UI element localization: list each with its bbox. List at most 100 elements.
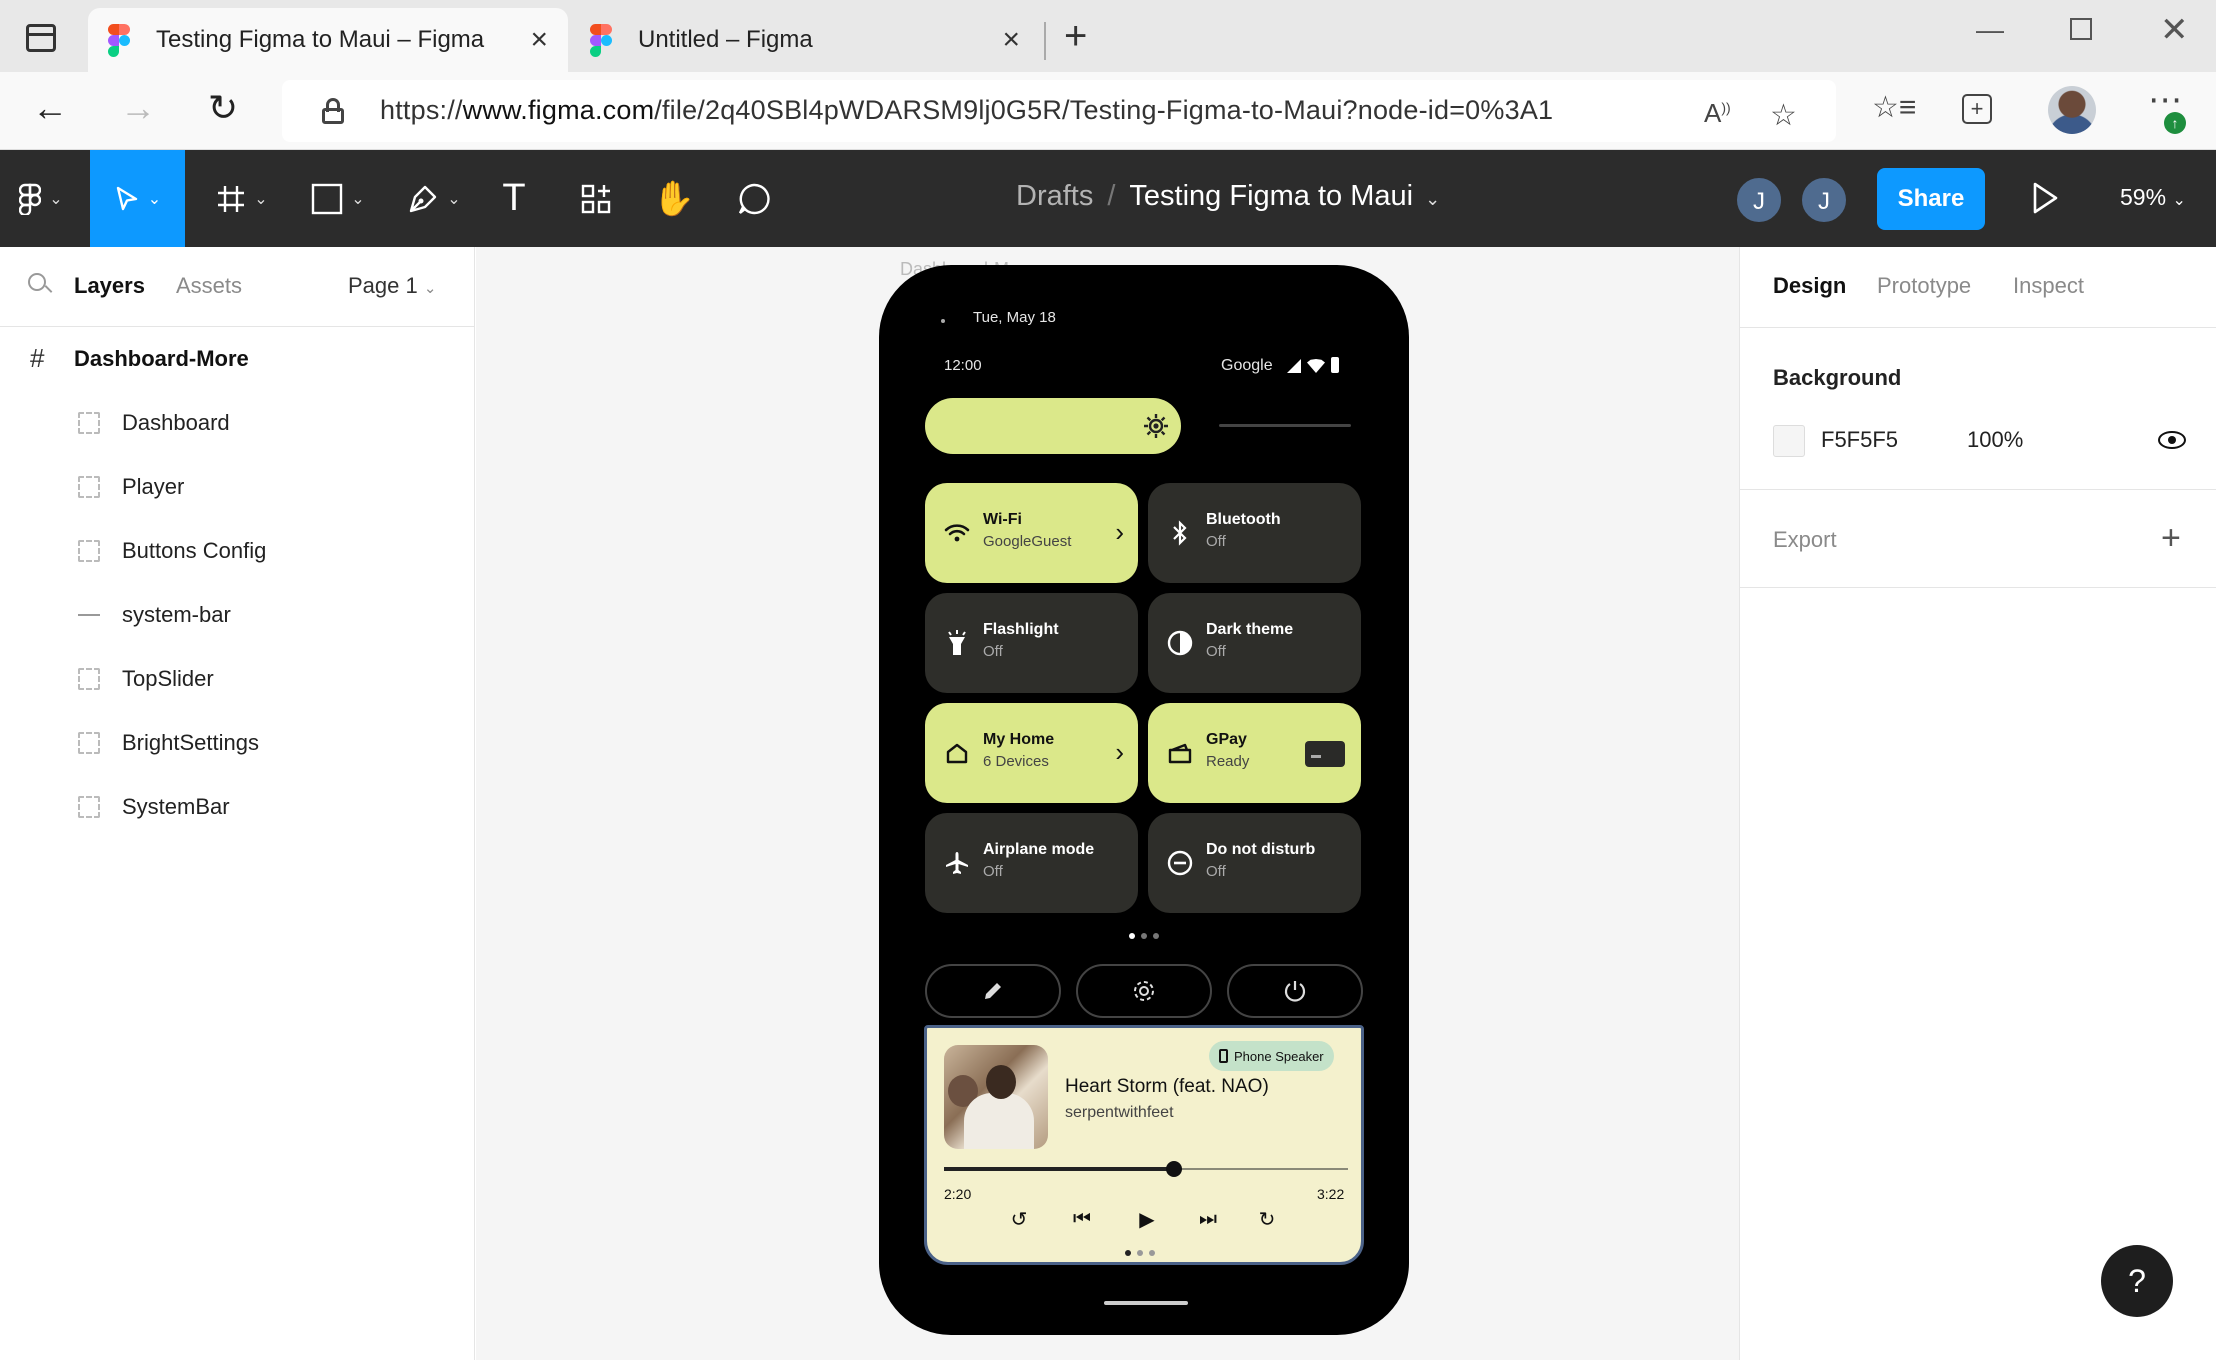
layer-label: Dashboard [122, 410, 230, 435]
chevron-down-icon[interactable]: ⌄ [1425, 189, 1440, 209]
wallet-icon [1166, 739, 1194, 767]
group-icon [78, 412, 100, 434]
close-tab-icon[interactable]: × [530, 25, 548, 55]
forward-icon[interactable]: ↻ [1252, 1204, 1282, 1234]
pen-tool-button[interactable]: ⌄ [392, 150, 476, 247]
browser-tab-active[interactable]: Testing Figma to Maui – Figma × [88, 8, 568, 72]
background-opacity-input[interactable]: 100% [1967, 427, 2023, 453]
tile-do-not-disturb[interactable]: Do not disturb Off [1148, 813, 1361, 913]
resources-button[interactable] [570, 150, 622, 247]
tile-subtitle: Off [983, 863, 1003, 880]
player-page-indicator[interactable] [1125, 1250, 1155, 1256]
media-player-card[interactable]: Phone Speaker Heart Storm (feat. NAO) se… [924, 1025, 1364, 1265]
breadcrumb-root[interactable]: Drafts [1016, 180, 1093, 212]
bluetooth-icon [1166, 519, 1194, 547]
tile-flashlight[interactable]: Flashlight Off [925, 593, 1138, 693]
phone-frame[interactable]: Tue, May 18 12:00 Google Wi-Fi GoogleGue… [879, 265, 1409, 1335]
eye-icon[interactable] [2158, 431, 2186, 449]
contrast-icon [1166, 629, 1194, 657]
hand-tool-icon[interactable]: ✋ [648, 150, 700, 247]
comment-tool-button[interactable] [728, 150, 780, 247]
layer-label: SystemBar [122, 794, 230, 819]
close-tab-icon[interactable]: × [1002, 25, 1020, 55]
tab-design[interactable]: Design [1773, 273, 1846, 299]
export-section-title[interactable]: Export [1773, 527, 1837, 553]
previous-track-icon[interactable]: ⏮ [1067, 1204, 1097, 1234]
frame-tool-button[interactable]: ⌄ [200, 150, 284, 247]
layer-item[interactable]: TopSlider [0, 647, 475, 711]
power-button[interactable] [1227, 964, 1363, 1018]
url-field[interactable]: https://www.figma.com/file/2q40SBl4pWDAR… [282, 80, 1836, 142]
edit-button[interactable] [925, 964, 1061, 1018]
shape-tool-button[interactable]: ⌄ [296, 150, 380, 247]
zoom-control[interactable]: 59% ⌄ [2120, 184, 2186, 211]
settings-button[interactable] [1076, 964, 1212, 1018]
browser-tab[interactable]: Untitled – Figma × [570, 8, 1040, 72]
move-tool-button[interactable]: ⌄ [90, 150, 185, 247]
chevron-right-icon[interactable]: › [1115, 517, 1124, 548]
tile-bluetooth[interactable]: Bluetooth Off [1148, 483, 1361, 583]
play-icon[interactable]: ▶ [1132, 1204, 1162, 1234]
brightness-slider-track[interactable] [1219, 424, 1351, 427]
collections-icon[interactable]: + [1962, 94, 1992, 124]
tab-inspect[interactable]: Inspect [2013, 273, 2084, 299]
layer-item[interactable]: BrightSettings [0, 711, 475, 775]
layer-item[interactable]: Player [0, 455, 475, 519]
rectangle-icon [312, 183, 343, 214]
album-art[interactable] [944, 1045, 1048, 1149]
file-name[interactable]: Testing Figma to Maui [1129, 180, 1413, 212]
collaborator-avatar[interactable]: J [1735, 176, 1783, 224]
add-favorite-icon[interactable]: ☆ [1770, 98, 1797, 133]
close-window-icon[interactable]: ✕ [2160, 10, 2189, 50]
text-tool-icon[interactable]: T [488, 150, 540, 247]
tab-layers[interactable]: Layers [74, 273, 145, 299]
share-button[interactable]: Share [1877, 168, 1985, 230]
tile-dark-theme[interactable]: Dark theme Off [1148, 593, 1361, 693]
search-icon[interactable] [28, 273, 53, 297]
layer-item[interactable]: SystemBar [0, 775, 475, 839]
tile-airplane-mode[interactable]: Airplane mode Off [925, 813, 1138, 913]
forward-icon[interactable]: → [120, 90, 156, 126]
layer-label: Dashboard-More [74, 346, 249, 371]
profile-avatar[interactable] [2048, 86, 2096, 134]
help-button[interactable]: ? [2101, 1245, 2173, 1317]
tile-title: GPay [1206, 731, 1247, 748]
tile-gpay[interactable]: GPay Ready [1148, 703, 1361, 803]
favorites-icon[interactable]: ☆≡ [1872, 90, 1916, 125]
url-text[interactable]: https://www.figma.com/file/2q40SBl4pWDAR… [380, 95, 1553, 126]
minimize-icon[interactable]: — [1976, 14, 2004, 46]
layer-item[interactable]: Dashboard [0, 391, 475, 455]
layer-item[interactable]: system-bar [0, 583, 475, 647]
sidebar-toggle-icon[interactable] [26, 24, 56, 52]
tab-assets[interactable]: Assets [176, 273, 242, 299]
lock-icon[interactable] [322, 98, 344, 124]
seek-bar-progress[interactable] [944, 1167, 1175, 1171]
reload-icon[interactable]: ↻ [208, 90, 238, 126]
tab-prototype[interactable]: Prototype [1877, 273, 1971, 299]
back-icon[interactable]: ← [32, 90, 68, 126]
replay-icon[interactable]: ↺ [1004, 1204, 1034, 1234]
layer-root-frame[interactable]: # Dashboard-More [0, 327, 475, 391]
comment-icon [738, 183, 770, 214]
background-hex-input[interactable]: F5F5F5 [1821, 427, 1898, 453]
layer-item[interactable]: Buttons Config [0, 519, 475, 583]
next-track-icon[interactable]: ⏭ [1193, 1204, 1223, 1234]
read-aloud-icon[interactable]: A)) [1704, 98, 1731, 129]
background-color-swatch[interactable] [1773, 425, 1805, 457]
home-indicator[interactable] [1104, 1301, 1188, 1305]
main-menu-button[interactable]: ⌄ [0, 150, 82, 247]
page-selector[interactable]: Page 1 ⌄ [348, 273, 436, 299]
tile-my-home[interactable]: My Home 6 Devices › [925, 703, 1138, 803]
collaborator-avatar[interactable]: J [1800, 176, 1848, 224]
add-export-icon[interactable]: + [2161, 521, 2181, 555]
breadcrumb[interactable]: Drafts / Testing Figma to Maui ⌄ [1016, 180, 1440, 213]
maximize-icon[interactable] [2070, 18, 2092, 40]
output-device-chip[interactable]: Phone Speaker [1209, 1041, 1334, 1071]
chevron-right-icon[interactable]: › [1115, 737, 1124, 768]
tiles-page-indicator[interactable] [1129, 933, 1159, 939]
design-canvas[interactable]: Dashboard-More Tue, May 18 12:00 Google … [476, 247, 1739, 1360]
tile-wifi[interactable]: Wi-Fi GoogleGuest › [925, 483, 1138, 583]
new-tab-icon[interactable]: + [1064, 16, 1087, 56]
present-play-icon[interactable] [2030, 180, 2060, 216]
seek-bar-thumb[interactable] [1166, 1161, 1183, 1177]
